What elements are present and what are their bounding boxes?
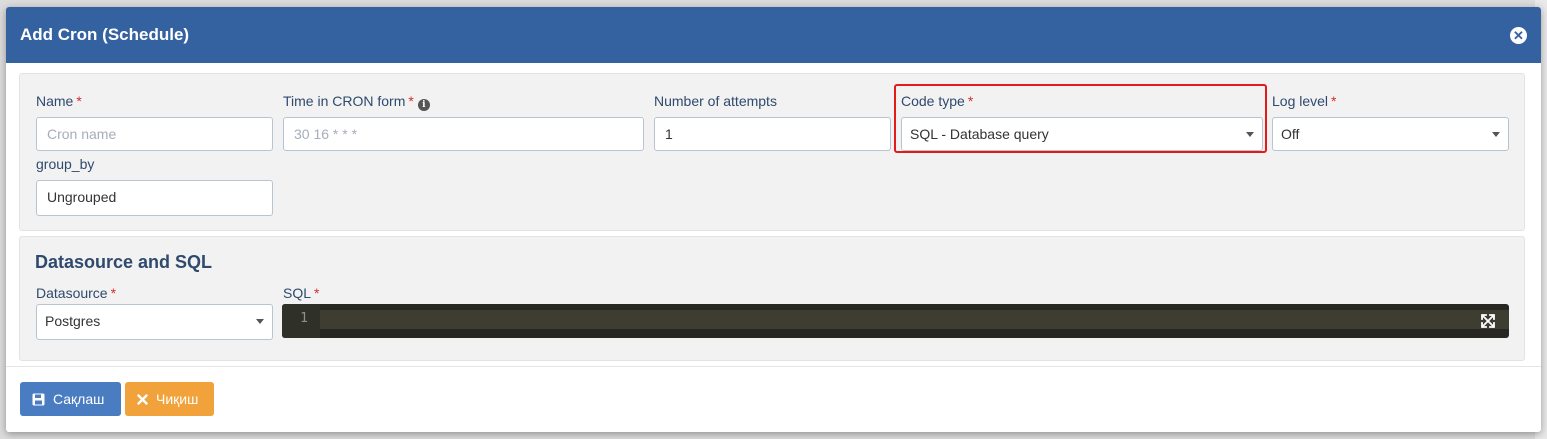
attempts-label: Number of attempts [654, 93, 777, 109]
datasource-value: Postgres [45, 313, 101, 329]
required-mark: * [314, 285, 320, 301]
line-number: 1 [282, 304, 320, 338]
attempts-input[interactable]: 1 [654, 117, 891, 151]
save-label: Сақлаш [53, 391, 105, 407]
name-field: Name * Cron name [36, 92, 273, 151]
datasource-label: Datasource [36, 285, 108, 301]
datasource-panel: Datasource and SQL Datasource * Postgres … [19, 236, 1525, 361]
sql-label: SQL [283, 285, 312, 301]
expand-icon[interactable] [1481, 314, 1495, 328]
required-mark: * [76, 93, 82, 109]
datasource-select[interactable]: Postgres [36, 304, 273, 340]
modal-header: Add Cron (Schedule) ✕ [6, 7, 1541, 63]
group-by-label: group_by [36, 156, 95, 172]
sql-code-editor[interactable]: 1 [282, 304, 1509, 338]
log-level-value: Off [1281, 126, 1300, 142]
exit-label: Чиқиш [156, 391, 199, 407]
time-label: Time in CRON form [283, 93, 406, 109]
log-level-select[interactable]: Off [1272, 117, 1509, 151]
info-icon[interactable]: i [417, 99, 430, 111]
sql-field: SQL * [283, 284, 319, 302]
required-mark: * [408, 93, 414, 109]
time-field: Time in CRON form * i 30 16 * * * [283, 92, 644, 151]
floppy-icon [32, 393, 45, 406]
save-button[interactable]: Сақлаш [20, 382, 121, 416]
add-cron-modal: Add Cron (Schedule) ✕ Name * Cron name Ti… [6, 7, 1541, 432]
section-title: Datasource and SQL [35, 252, 213, 272]
chevron-down-icon [1492, 132, 1500, 137]
x-icon [137, 393, 148, 405]
exit-button[interactable]: Чиқиш [125, 382, 214, 416]
close-icon[interactable]: ✕ [1510, 26, 1527, 44]
group-by-input[interactable]: Ungrouped [36, 180, 273, 216]
log-level-label: Log level [1272, 93, 1329, 109]
name-input[interactable]: Cron name [36, 117, 273, 151]
chevron-down-icon [256, 319, 264, 324]
footer-divider [6, 366, 1541, 367]
required-mark: * [1331, 93, 1337, 109]
active-line[interactable] [320, 310, 1509, 329]
group-by-field: group_by Ungrouped [36, 155, 273, 216]
attempts-field: Number of attempts 1 [654, 92, 891, 151]
log-level-field: Log level * Off [1272, 92, 1509, 151]
datasource-field: Datasource * Postgres [36, 284, 273, 340]
general-panel: Name * Cron name Time in CRON form * i 30 1… [19, 73, 1525, 231]
modal-title: Add Cron (Schedule) [20, 25, 190, 44]
code-type-highlight [894, 84, 1267, 153]
cron-time-input[interactable]: 30 16 * * * [283, 117, 644, 151]
name-label: Name [36, 93, 74, 109]
required-mark: * [110, 285, 117, 301]
